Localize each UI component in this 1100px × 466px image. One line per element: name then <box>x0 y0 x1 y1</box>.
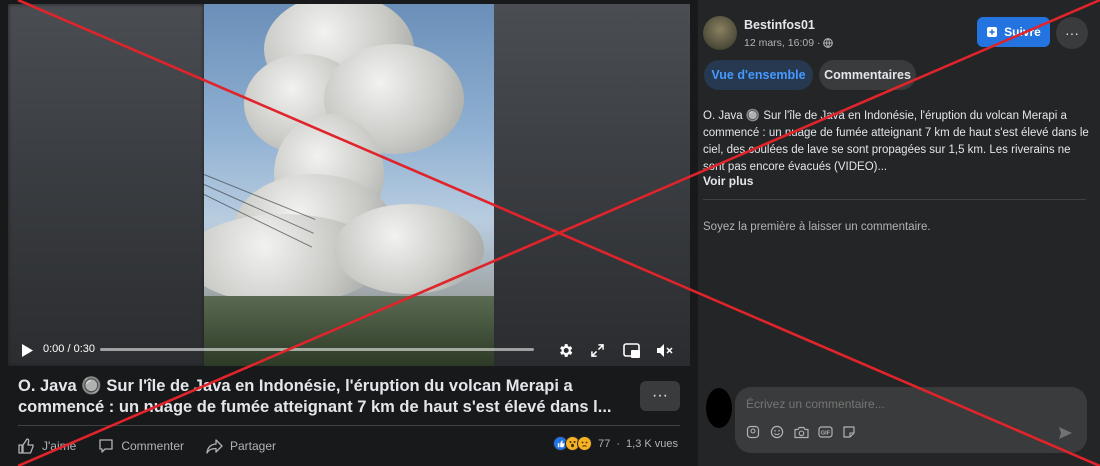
gif-button[interactable]: GIF <box>817 424 833 440</box>
picture-in-picture-icon <box>622 342 640 358</box>
like-button[interactable]: J'aime <box>18 438 76 454</box>
emoji-button[interactable] <box>769 424 785 440</box>
play-icon <box>22 343 33 357</box>
video-frame <box>204 4 494 366</box>
video-controls: 0:00 / 0:30 <box>8 334 690 366</box>
author-name[interactable]: Bestinfos01 <box>744 18 815 32</box>
divider <box>703 199 1086 200</box>
comment-box[interactable]: GIF <box>735 387 1087 453</box>
post-more-button[interactable]: ··· <box>640 381 680 411</box>
fullscreen-button[interactable] <box>586 334 608 366</box>
video-blur-right <box>494 4 690 366</box>
post-actions: J'aime Commenter Partager <box>18 434 298 458</box>
tab-overview[interactable]: Vue d'ensemble <box>704 60 813 90</box>
post-description: O. Java 🔘 Sur l'île de Java en Indonésie… <box>703 110 1089 173</box>
commenter-avatar <box>706 388 732 428</box>
mute-button[interactable] <box>654 334 676 366</box>
post-date[interactable]: 12 mars, 16:09 · <box>744 37 820 49</box>
reaction-count[interactable]: 77 <box>598 438 610 450</box>
send-button[interactable] <box>1058 426 1073 445</box>
video-pane: 0:00 / 0:30 O. Java 🔘 Sur l'île de Java … <box>0 0 698 466</box>
view-count: 1,3 K vues <box>626 437 678 450</box>
like-label: J'aime <box>42 439 77 453</box>
send-icon <box>1059 427 1072 439</box>
author-avatar[interactable] <box>703 16 737 50</box>
add-page-icon <box>987 27 998 37</box>
post-title: O. Java 🔘 Sur l'île de Java en Indonésie… <box>18 377 612 416</box>
see-more-link[interactable]: Voir plus <box>703 174 753 188</box>
globe-icon <box>823 38 834 48</box>
post-stats: 77 · 1,3 K vues <box>553 436 678 451</box>
video-timecode: 0:00 / 0:30 <box>43 343 95 355</box>
expand-icon <box>590 343 604 357</box>
avatar-sticker-button[interactable] <box>745 424 761 440</box>
svg-text:GIF: GIF <box>820 430 830 436</box>
play-button[interactable] <box>16 334 38 366</box>
comment-input[interactable] <box>746 397 1046 411</box>
share-button[interactable]: Partager <box>206 438 277 454</box>
video-progress-bar[interactable] <box>100 348 534 351</box>
gif-icon: GIF <box>817 426 833 438</box>
volume-muted-icon <box>657 343 673 357</box>
miniplayer-button[interactable] <box>620 334 642 366</box>
tab-comments[interactable]: Commentaires <box>819 60 916 90</box>
camera-icon <box>793 426 809 438</box>
divider <box>18 425 680 426</box>
follow-button[interactable]: Suivre <box>977 17 1050 47</box>
thumbs-up-icon <box>18 438 34 454</box>
empty-comments-text: Soyez la première à laisser un commentai… <box>703 221 931 233</box>
settings-button[interactable] <box>554 334 576 366</box>
post-sidebar: Bestinfos01 12 mars, 16:09 · Suivre ··· … <box>698 0 1100 466</box>
gear-icon <box>559 343 572 357</box>
comment-button[interactable]: Commenter <box>98 438 184 454</box>
share-icon <box>206 438 223 454</box>
video-blur-left <box>8 4 204 366</box>
post-meta: 12 mars, 16:09 · <box>744 37 834 49</box>
share-label: Partager <box>230 439 277 453</box>
comment-icon <box>99 439 113 453</box>
avatar-sticker-icon <box>746 425 760 439</box>
follow-label: Suivre <box>1004 25 1041 39</box>
reaction-icons[interactable] <box>553 436 593 451</box>
video-player[interactable] <box>8 4 690 366</box>
comment-label: Commenter <box>121 439 184 453</box>
sidebar-more-button[interactable]: ··· <box>1056 17 1088 49</box>
sticker-icon <box>843 426 855 438</box>
sad-reaction-icon <box>577 436 593 451</box>
comment-tools: GIF <box>745 424 857 440</box>
photo-button[interactable] <box>793 424 809 440</box>
sticker-button[interactable] <box>841 424 857 440</box>
stats-separator: · <box>616 437 621 450</box>
smiley-icon <box>770 425 784 439</box>
